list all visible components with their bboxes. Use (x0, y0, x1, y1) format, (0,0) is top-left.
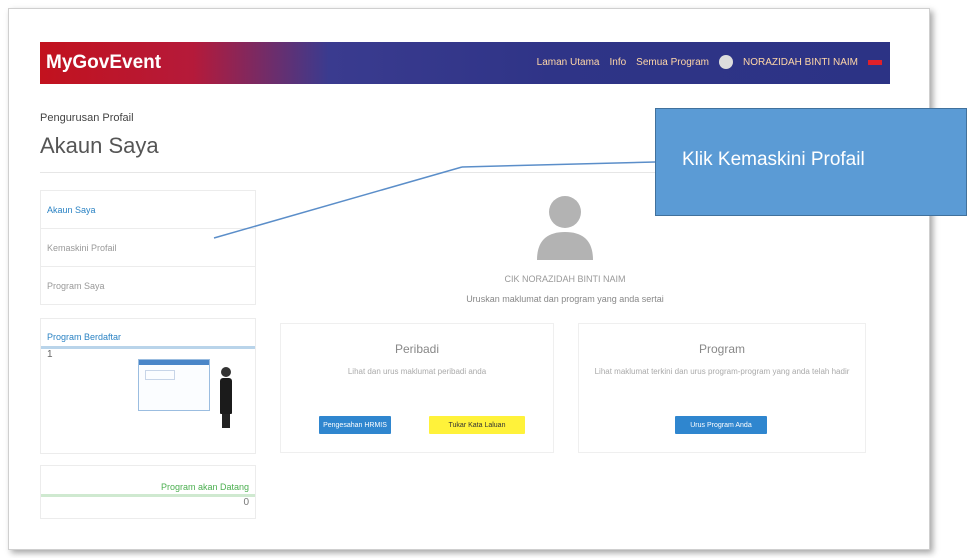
instruction-callout: Klik Kemaskini Profail (655, 108, 967, 216)
callout-connector-line (213, 161, 656, 239)
instruction-callout-text: Klik Kemaskini Profail (682, 149, 865, 170)
